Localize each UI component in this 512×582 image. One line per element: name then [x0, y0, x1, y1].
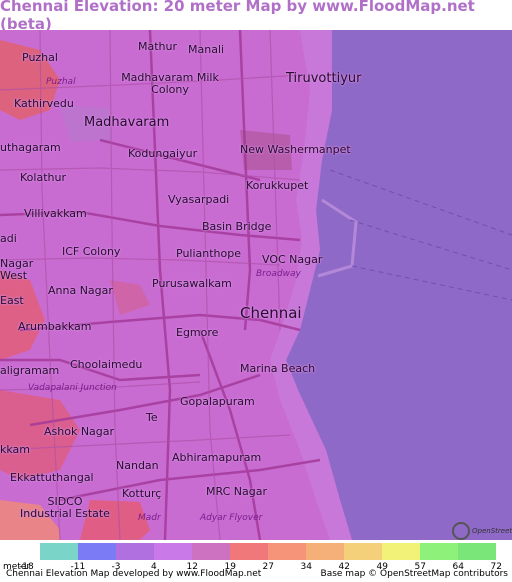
place-label: Madr: [138, 513, 161, 523]
place-label: Ashok Nagar: [44, 425, 115, 438]
place-label: Vyasarpadi: [168, 193, 230, 206]
place-label: Te: [146, 411, 158, 424]
place-label: Kodungaiyur: [128, 147, 198, 160]
map-title: Chennai Elevation: 20 meter Map by www.F…: [0, 0, 475, 33]
place-label: Adyar Flyover: [200, 513, 263, 523]
legend-swatch: [420, 543, 458, 560]
place-label: Puzhal: [22, 51, 58, 64]
place-label: Abhiramapuram: [172, 451, 262, 464]
place-label: Kathirvedu: [14, 97, 74, 110]
place-label: Arumbakkam: [18, 320, 92, 333]
place-label: Tiruvottiyur: [286, 71, 362, 86]
legend-swatch: [382, 543, 420, 560]
place-label: aligramam: [0, 364, 60, 377]
legend-swatch: [116, 543, 154, 560]
place-label: West: [0, 269, 28, 282]
place-label: Purusawalkam: [152, 277, 232, 290]
magnifier-icon: [452, 522, 470, 540]
place-label: Broadway: [256, 269, 301, 279]
legend-swatch: [344, 543, 382, 560]
place-label: Villivakkam: [24, 207, 87, 220]
place-label: Mathur: [138, 40, 178, 53]
place-label: Ekkattuthangal: [10, 471, 94, 484]
place-label: East: [0, 294, 24, 307]
place-label: Choolaimedu: [70, 358, 143, 371]
osm-logo: OpenStreetMap: [452, 522, 512, 540]
place-label: adi: [0, 232, 17, 245]
place-label: Madhavaram: [84, 115, 170, 130]
place-label: Manali: [188, 43, 225, 56]
place-label: MRC Nagar: [206, 485, 267, 498]
legend-swatch: [192, 543, 230, 560]
place-label: SIDCO Industrial Estate: [20, 495, 110, 520]
legend-swatch: [40, 543, 78, 560]
legend-swatch: [78, 543, 116, 560]
place-label: Marina Beach: [240, 362, 316, 375]
legend-swatch: [458, 543, 496, 560]
legend-swatch: [154, 543, 192, 560]
legend-swatch: [230, 543, 268, 560]
place-label: Anna Nagar: [48, 284, 113, 297]
place-label: Vadapalani Junction: [28, 383, 117, 393]
place-label: uthagaram: [0, 141, 61, 154]
place-label: Pulianthope: [176, 247, 242, 260]
footer-credit: Chennai Elevation Map developed by www.F…: [6, 569, 262, 579]
footer-basemap-credit: Base map © OpenStreetMap contributors: [320, 569, 508, 579]
place-label: Gopalapuram: [180, 395, 255, 408]
place-label: Chennai: [240, 304, 302, 322]
place-label: Korukkupet: [246, 179, 309, 192]
place-label: VOC Nagar: [262, 253, 323, 266]
legend-swatch: [268, 543, 306, 560]
place-label: Egmore: [176, 326, 219, 339]
place-label: Basin Bridge: [202, 220, 272, 233]
place-label: Nandan: [116, 459, 159, 472]
footer: Chennai Elevation Map developed by www.F…: [0, 569, 512, 582]
place-label: Madhavaram Milk Colony: [121, 71, 219, 96]
place-label: Kolathur: [20, 171, 66, 184]
legend-swatches: [40, 543, 496, 560]
elevation-map[interactable]: Puzhal Puzhal Mathur Manali Madhavaram M…: [0, 30, 512, 540]
place-label: ICF Colony: [62, 245, 121, 258]
place-label: New Washermanpet: [240, 143, 351, 156]
place-label: kkam: [0, 443, 31, 456]
legend-swatch: [306, 543, 344, 560]
osm-logo-text: OpenStreetMap: [472, 527, 512, 535]
place-label: Puzhal: [46, 77, 76, 87]
place-label: Kotturç: [122, 487, 162, 500]
